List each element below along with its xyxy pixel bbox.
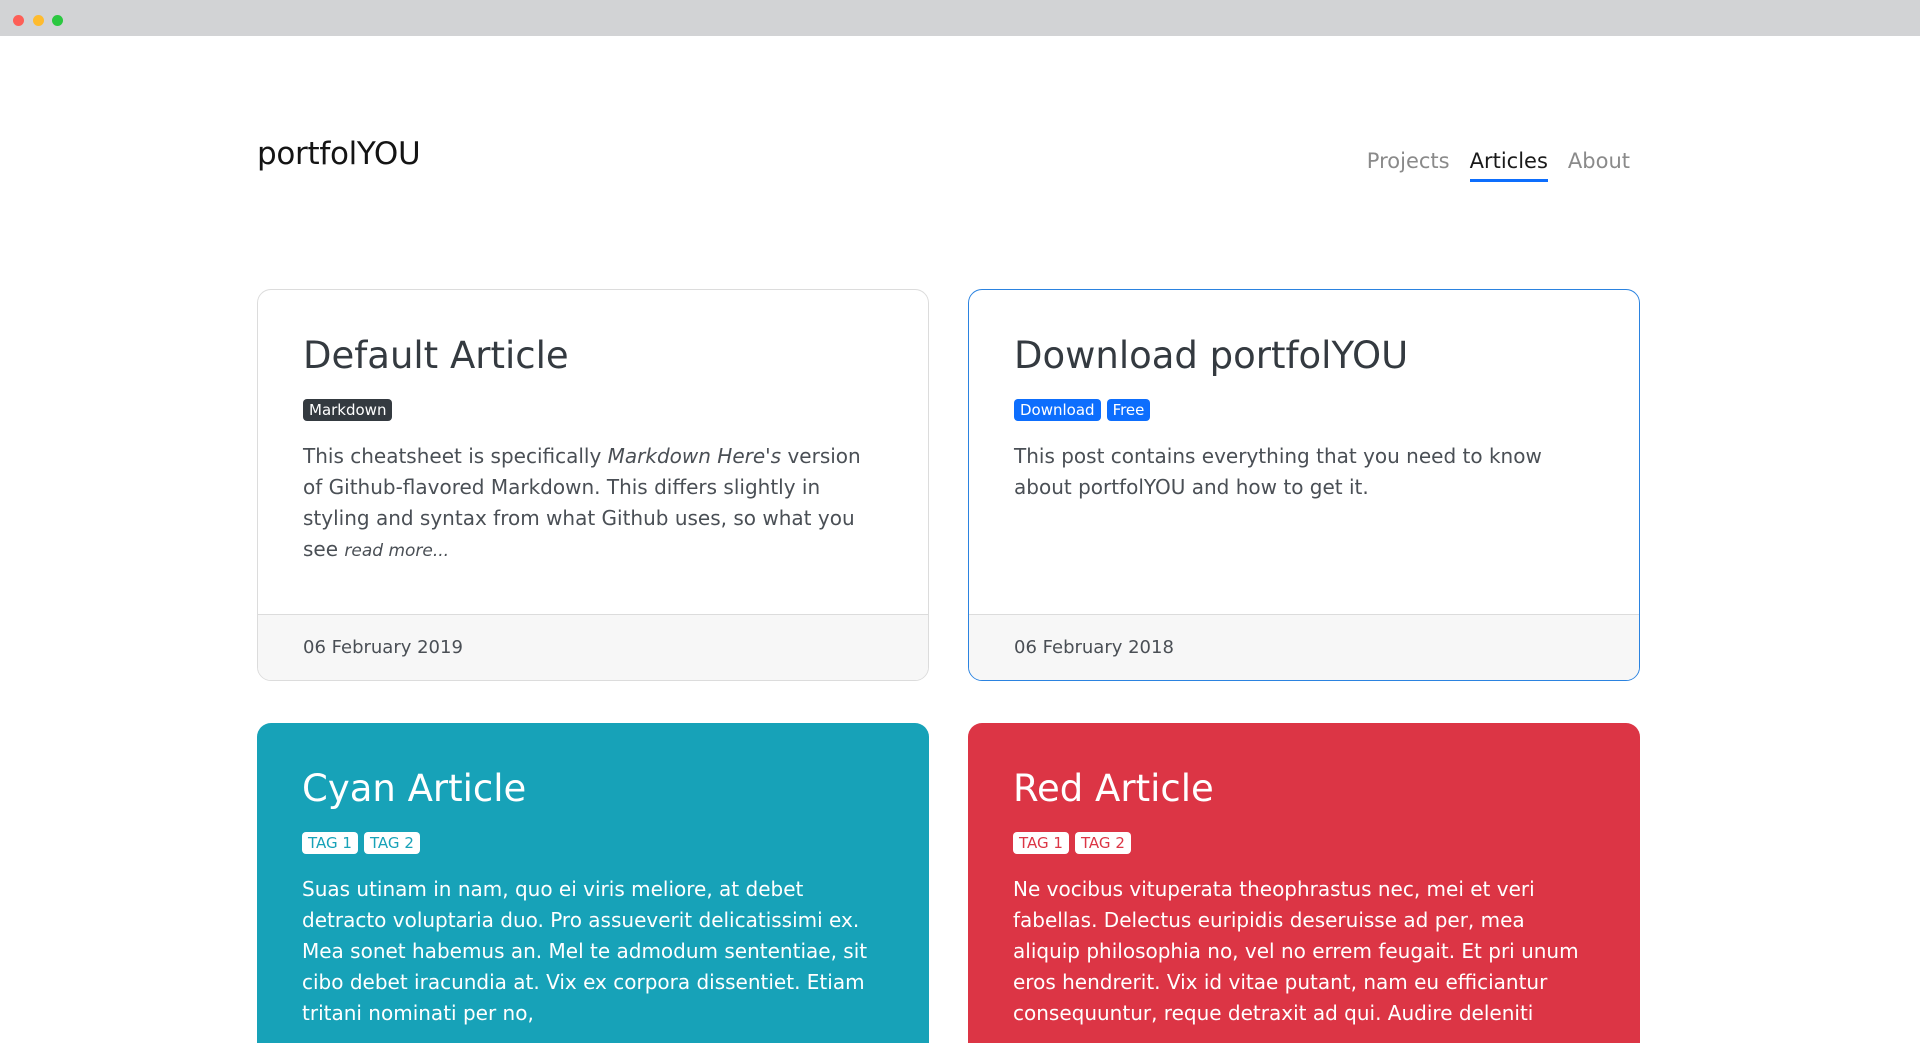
article-card-default[interactable]: Default Article Markdown This cheatsheet… [257, 289, 929, 681]
browser-title-bar [0, 0, 1920, 36]
tag-badge[interactable]: TAG 2 [363, 832, 420, 854]
tag-badge[interactable]: TAG 2 [1074, 832, 1131, 854]
read-more-link[interactable]: read more... [344, 541, 449, 561]
article-date: 06 February 2019 [258, 614, 928, 680]
article-title[interactable]: Default Article [303, 334, 884, 377]
site-brand[interactable]: portfolYOU [257, 136, 421, 172]
nav-articles[interactable]: Articles [1469, 149, 1548, 182]
tag-badge[interactable]: Download [1014, 399, 1101, 421]
close-window-icon[interactable] [13, 15, 24, 26]
article-card-cyan[interactable]: Cyan Article TAG 1 TAG 2 Suas utinam in … [257, 723, 929, 1043]
nav-about[interactable]: About [1568, 149, 1630, 182]
maximize-window-icon[interactable] [52, 15, 63, 26]
minimize-window-icon[interactable] [33, 15, 44, 26]
article-title[interactable]: Cyan Article [302, 767, 885, 810]
article-date: 06 February 2018 [969, 614, 1639, 680]
tag-badge[interactable]: Free [1106, 399, 1151, 421]
tag-badge[interactable]: Markdown [303, 399, 393, 421]
tag-badge[interactable]: TAG 1 [302, 832, 358, 854]
article-title[interactable]: Red Article [1013, 767, 1596, 810]
article-card-download[interactable]: Download portfolYOU Download Free This p… [968, 289, 1640, 681]
article-excerpt: This post contains everything that you n… [1014, 444, 1542, 499]
article-excerpt: Ne vocibus vituperata theophrastus nec, … [1013, 877, 1579, 1025]
tag-list: Markdown [303, 399, 884, 421]
article-card-red[interactable]: Red Article TAG 1 TAG 2 Ne vocibus vitup… [968, 723, 1640, 1043]
article-title[interactable]: Download portfolYOU [1014, 334, 1595, 377]
main-nav: Projects Articles About [1367, 149, 1630, 182]
tag-badge[interactable]: TAG 1 [1013, 832, 1069, 854]
nav-projects[interactable]: Projects [1367, 149, 1450, 182]
tag-list: TAG 1 TAG 2 [302, 832, 885, 854]
article-excerpt: This cheatsheet is specifically Markdown… [303, 444, 861, 561]
article-excerpt: Suas utinam in nam, quo ei viris meliore… [302, 877, 868, 1025]
tag-list: TAG 1 TAG 2 [1013, 832, 1596, 854]
tag-list: Download Free [1014, 399, 1595, 421]
